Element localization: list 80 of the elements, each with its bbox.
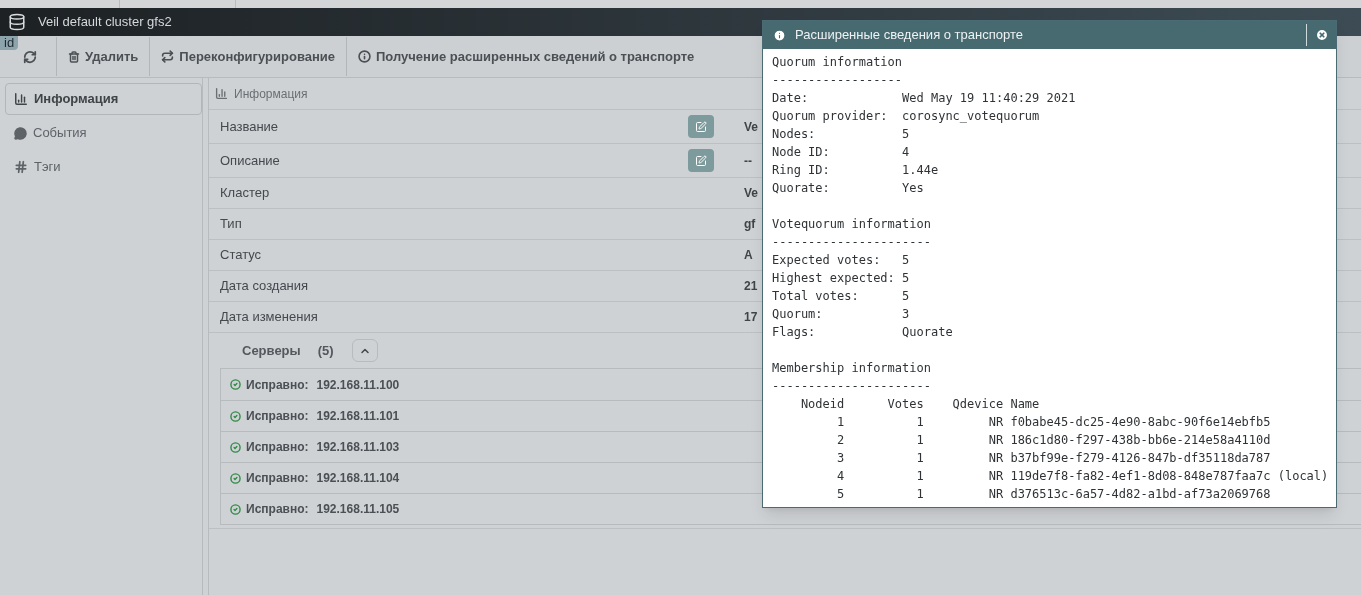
collapse-button[interactable] bbox=[351, 339, 378, 362]
dialog-title: Расширенные сведения о транспорте bbox=[795, 26, 1023, 45]
output-line: 4 1 NR 119de7f8-fa82-4ef1-8d08-848e787faa7c (local) bbox=[836, 468, 1329, 485]
field-value: A bbox=[744, 247, 753, 264]
toolbar-button[interactable]: Удалить bbox=[56, 37, 150, 76]
field-label: Статус bbox=[219, 246, 263, 265]
output-line: Quorate: Yes bbox=[772, 180, 924, 197]
output-line: ------------------ bbox=[772, 72, 903, 89]
bar-chart-icon bbox=[14, 92, 28, 106]
server-count: (5) bbox=[317, 341, 334, 360]
output-line: Nodes: 5 bbox=[772, 126, 910, 143]
output-line: 2 1 NR 186c1d80-f297-438b-bb6e-214e58a4110d bbox=[836, 432, 1271, 449]
output-line: ---------------------- bbox=[772, 234, 931, 251]
server-status: Исправно: bbox=[246, 501, 309, 518]
field-label: Дата изменения bbox=[219, 308, 319, 327]
edit-icon bbox=[695, 154, 707, 167]
server-status: Исправно: bbox=[246, 439, 309, 456]
server-address: 192.168.11.100 bbox=[316, 376, 400, 394]
check-circle-icon bbox=[230, 503, 241, 515]
server-status: Исправно: bbox=[246, 376, 309, 394]
window-title: Veil default cluster gfs2 bbox=[38, 13, 172, 32]
field-label: Тип bbox=[219, 215, 243, 234]
output-line: Quorum: 3 bbox=[772, 306, 910, 323]
output-line: Flags: Quorate bbox=[772, 324, 953, 341]
database-icon bbox=[8, 13, 26, 31]
hash-icon bbox=[14, 160, 28, 174]
bar-chart-icon bbox=[215, 87, 228, 100]
output-line: Ring ID: 1.44e bbox=[772, 162, 939, 179]
speech-bubble-icon bbox=[14, 126, 27, 140]
output-line: Votequorum information bbox=[772, 216, 931, 233]
panel-title: Информация bbox=[234, 85, 308, 103]
field-value: gf bbox=[744, 216, 756, 233]
info-icon bbox=[773, 28, 786, 42]
field-value: 17 bbox=[744, 309, 758, 326]
field-label: Дата создания bbox=[219, 277, 310, 296]
sidebar-item[interactable]: Тэги bbox=[5, 151, 202, 183]
server-address: 192.168.11.104 bbox=[316, 470, 400, 487]
output-line: Node ID: 4 bbox=[772, 144, 910, 161]
output-line: 3 1 NR b37bf99e-f279-4126-847b-df35118da787 bbox=[836, 450, 1271, 467]
check-circle-icon bbox=[230, 379, 241, 390]
sidebar-item[interactable]: События bbox=[5, 117, 202, 149]
edit-button[interactable] bbox=[688, 149, 714, 172]
info-icon bbox=[358, 50, 371, 63]
output-line: Date: Wed May 19 11:40:29 2021 bbox=[772, 90, 1076, 107]
check-circle-icon bbox=[230, 441, 241, 453]
server-address: 192.168.11.101 bbox=[316, 408, 400, 425]
server-status: Исправно: bbox=[246, 408, 309, 425]
server-address: 192.168.11.105 bbox=[316, 501, 400, 518]
output-line: Nodeid Votes Qdevice Name bbox=[799, 396, 1040, 413]
field-label: Название bbox=[219, 117, 280, 136]
output-line: 1 1 NR f0babe45-dc25-4e90-8abc-90f6e14ebfb5 bbox=[836, 414, 1271, 431]
server-address: 192.168.11.103 bbox=[316, 439, 400, 456]
output-line: Total votes: 5 bbox=[772, 288, 910, 305]
field-label: Описание bbox=[219, 151, 281, 170]
sidebar-item[interactable]: Информация bbox=[5, 83, 202, 115]
close-button[interactable] bbox=[1315, 28, 1329, 42]
field-value: Ve bbox=[744, 185, 758, 202]
server-status: Исправно: bbox=[246, 470, 309, 487]
output-line: 5 1 NR d376513c-6a57-4d82-a1bd-af73a2069768 bbox=[836, 486, 1271, 503]
output-line: Quorum provider: corosync_votequorum bbox=[772, 108, 1040, 125]
field-label: Кластер bbox=[219, 184, 271, 203]
id-badge: id bbox=[0, 36, 19, 50]
trash-icon bbox=[68, 50, 80, 63]
output-line: Quorum information bbox=[772, 54, 903, 71]
output-line: Membership information bbox=[772, 360, 931, 377]
output-line: ---------------------- bbox=[772, 378, 931, 395]
output-line: Highest expected: 5 bbox=[772, 270, 910, 287]
edit-button[interactable] bbox=[688, 115, 714, 138]
check-circle-icon bbox=[230, 472, 241, 484]
output-line: Expected votes: 5 bbox=[772, 252, 910, 269]
check-circle-icon bbox=[230, 410, 241, 422]
field-value: Ve bbox=[744, 118, 758, 136]
section-title: Серверы bbox=[242, 341, 301, 360]
field-value: -- bbox=[744, 152, 752, 170]
edit-icon bbox=[695, 120, 707, 133]
toolbar-button[interactable]: Переконфигурирование bbox=[149, 37, 346, 76]
toolbar-button[interactable]: Получение расширенных сведений о транспорте bbox=[346, 37, 706, 76]
field-value: 21 bbox=[744, 278, 758, 295]
refresh-icon bbox=[23, 49, 37, 64]
repeat-icon bbox=[161, 50, 175, 63]
